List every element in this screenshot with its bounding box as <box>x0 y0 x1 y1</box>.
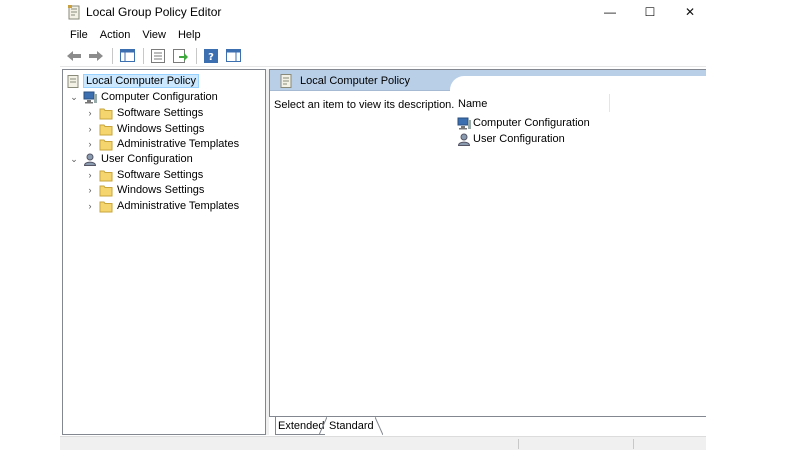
title-bar[interactable]: Local Group Policy Editor — ☐ ✕ <box>60 0 706 24</box>
policy-document-icon <box>280 74 292 88</box>
view-tabs: Extended Standard <box>269 416 706 436</box>
maximize-icon: ☐ <box>644 5 656 19</box>
tree-node-user-administrative-templates[interactable]: › Administrative Templates <box>85 198 239 214</box>
tree-label: User Configuration <box>101 153 193 165</box>
computer-icon <box>83 91 97 103</box>
show-hide-action-pane-icon <box>225 49 241 62</box>
properties-button[interactable] <box>148 47 168 65</box>
tab-label: Extended <box>278 419 325 432</box>
minimize-icon: — <box>604 5 616 19</box>
folder-icon <box>99 170 113 181</box>
show-hide-console-tree-icon <box>119 49 135 62</box>
menu-help[interactable]: Help <box>172 27 207 43</box>
tree-label: Local Computer Policy <box>82 74 200 88</box>
details-pane: Local Computer Policy Select an item to … <box>269 69 706 435</box>
tree-node-computer-administrative-templates[interactable]: › Administrative Templates <box>85 136 239 152</box>
list-item-user-configuration[interactable]: User Configuration <box>457 131 565 147</box>
close-icon: ✕ <box>684 5 696 19</box>
description-text: Select an item to view its description. <box>274 99 455 111</box>
menu-view[interactable]: View <box>136 27 172 43</box>
tree-node-computer-configuration[interactable]: ⌄ Computer Configuration <box>69 89 218 105</box>
folder-icon <box>99 201 113 212</box>
details-header: Local Computer Policy <box>270 70 706 91</box>
folder-icon <box>99 139 113 150</box>
toolbar-separator <box>196 47 197 64</box>
chevron-right-icon[interactable]: › <box>85 139 95 149</box>
tree-label: Windows Settings <box>117 123 205 135</box>
svg-text:?: ? <box>208 52 214 63</box>
back-arrow-icon <box>67 50 81 61</box>
console-tree[interactable]: Local Computer Policy ⌄ Computer Configu… <box>62 69 266 435</box>
show-hide-console-tree-button[interactable] <box>117 47 137 65</box>
forward-arrow-icon <box>89 50 103 61</box>
toolbar-separator <box>143 47 144 64</box>
status-separator <box>633 439 634 449</box>
toolbar: ? <box>60 45 706 67</box>
folder-icon <box>99 124 113 135</box>
show-hide-action-pane-button[interactable] <box>223 47 243 65</box>
chevron-right-icon[interactable]: › <box>85 124 95 134</box>
toolbar-separator <box>112 47 113 64</box>
tree-label: Administrative Templates <box>117 138 240 150</box>
tree-label: Software Settings <box>117 107 204 119</box>
tree-node-computer-software-settings[interactable]: › Software Settings <box>85 105 203 121</box>
details-header-title: Local Computer Policy <box>300 75 411 87</box>
minimize-button[interactable]: — <box>590 0 630 24</box>
tab-extended[interactable]: Extended <box>275 417 325 435</box>
tab-label: Standard <box>329 420 374 432</box>
computer-icon <box>457 117 471 129</box>
help-icon: ? <box>204 48 218 63</box>
export-list-icon <box>172 48 188 63</box>
properties-icon <box>151 48 165 63</box>
chevron-down-icon[interactable]: ⌄ <box>69 92 79 103</box>
policy-document-icon <box>67 74 79 88</box>
help-button[interactable]: ? <box>201 47 221 65</box>
back-button[interactable] <box>64 47 84 65</box>
forward-button[interactable] <box>86 47 106 65</box>
tree-node-local-computer-policy[interactable]: Local Computer Policy <box>66 73 200 89</box>
export-list-button[interactable] <box>170 47 190 65</box>
menu-file[interactable]: File <box>64 27 94 43</box>
tree-label: Windows Settings <box>117 184 205 196</box>
status-bar <box>60 436 706 450</box>
user-icon <box>457 133 471 146</box>
close-button[interactable]: ✕ <box>670 0 710 24</box>
tree-node-user-windows-settings[interactable]: › Windows Settings <box>85 182 204 198</box>
policy-document-icon <box>68 5 80 20</box>
tree-node-user-software-settings[interactable]: › Software Settings <box>85 167 203 183</box>
tree-node-user-configuration[interactable]: ⌄ User Configuration <box>69 151 193 167</box>
list-item-label: Computer Configuration <box>473 117 590 129</box>
header-curve <box>450 76 706 91</box>
folder-icon <box>99 185 113 196</box>
chevron-right-icon[interactable]: › <box>85 170 95 180</box>
chevron-right-icon[interactable]: › <box>85 185 95 195</box>
column-header-name[interactable]: Name <box>458 98 487 110</box>
tab-divider <box>375 417 383 435</box>
chevron-right-icon[interactable]: › <box>85 201 95 211</box>
list-item-label: User Configuration <box>473 133 565 145</box>
column-separator[interactable] <box>609 94 610 112</box>
menu-action[interactable]: Action <box>94 27 137 43</box>
maximize-button[interactable]: ☐ <box>630 0 670 24</box>
status-separator <box>518 439 519 449</box>
folder-icon <box>99 108 113 119</box>
tree-label: Administrative Templates <box>117 200 240 212</box>
chevron-down-icon[interactable]: ⌄ <box>69 154 79 165</box>
list-item-computer-configuration[interactable]: Computer Configuration <box>457 115 590 131</box>
tree-label: Computer Configuration <box>101 91 218 103</box>
window-title: Local Group Policy Editor <box>86 5 222 19</box>
tree-node-computer-windows-settings[interactable]: › Windows Settings <box>85 121 204 137</box>
menu-bar: File Action View Help <box>60 25 706 45</box>
chevron-right-icon[interactable]: › <box>85 108 95 118</box>
tab-standard[interactable]: Standard <box>325 417 377 435</box>
user-icon <box>83 153 97 166</box>
gpedit-window: Local Group Policy Editor — ☐ ✕ File Act… <box>60 0 706 450</box>
tree-label: Software Settings <box>117 169 204 181</box>
